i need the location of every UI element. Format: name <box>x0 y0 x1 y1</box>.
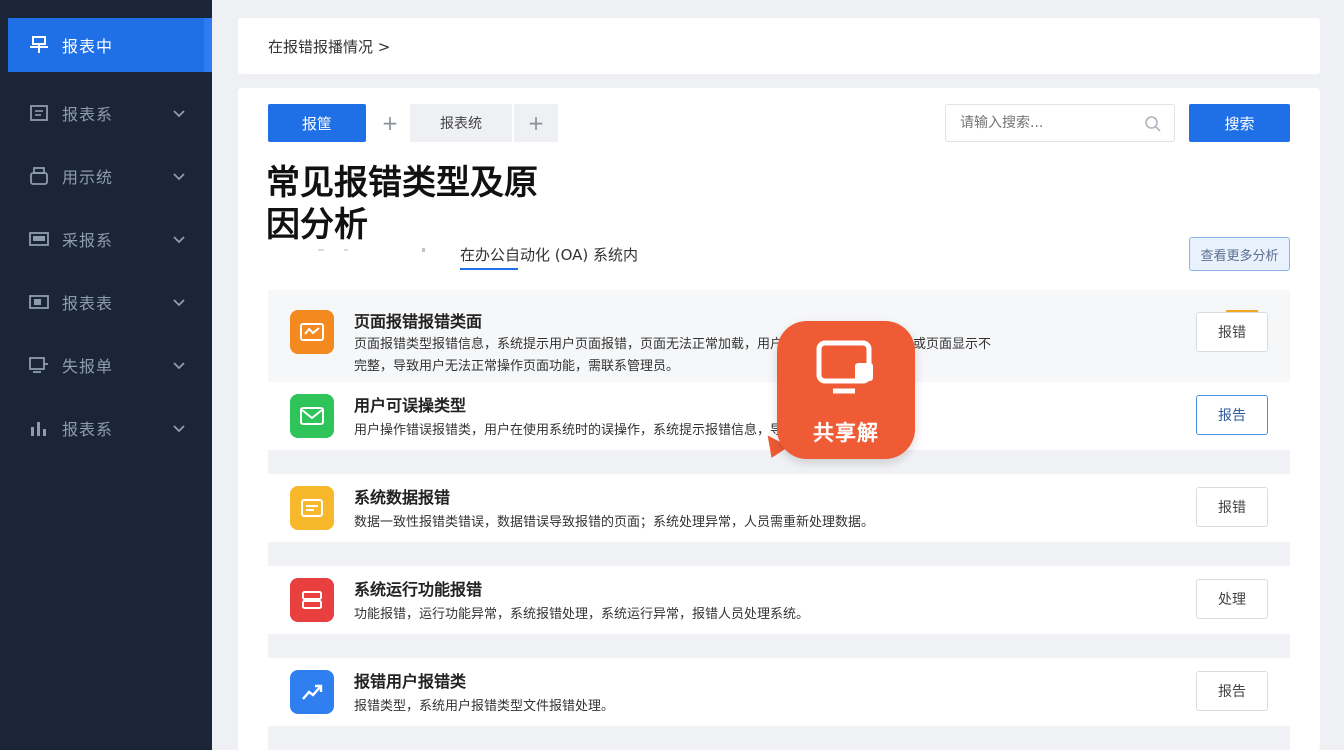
item-desc: 报错类型，系统用户报错类型文件报错处理。 <box>354 699 615 714</box>
sidebar-item-label: 报表系 <box>62 420 114 439</box>
item-title: 系统数据报错 <box>354 488 451 507</box>
trend-icon <box>290 670 334 714</box>
chevron-down-icon <box>173 110 185 118</box>
sidebar-item-dashboard[interactable]: 报表中 <box>8 18 210 72</box>
dashboard-icon <box>28 35 50 55</box>
chevron-down-icon <box>173 173 185 181</box>
keyboard-icon <box>28 229 50 249</box>
breadcrumb: 在报错报播情况 > <box>238 18 1320 74</box>
decorative-marks <box>318 248 425 252</box>
chevron-down-icon <box>173 362 185 370</box>
item-title: 报错用户报错类 <box>354 672 467 691</box>
sidebar-item-chart[interactable]: 报表系 <box>8 401 210 455</box>
item-desc: 数据一致性报错类错误，数据错误导致报错的页面；系统处理异常，人员需重新处理数据。 <box>354 515 875 530</box>
item-action-button[interactable]: 报错 <box>1196 487 1268 527</box>
item-title: 用户可误操类型 <box>354 396 467 415</box>
sidebar-item-label: 失报单 <box>62 357 114 376</box>
subtab-underline <box>460 268 518 270</box>
sidebar: 报表中 报表系 用示统 采报系 报表表 失报单 报表系 <box>0 0 212 750</box>
monitor-icon <box>28 292 50 312</box>
search-button[interactable]: 搜索 <box>1189 104 1290 142</box>
item-desc: 功能报错，运行功能异常，系统报错处理，系统运行异常，报错人员处理系统。 <box>354 607 810 622</box>
sidebar-item-report[interactable]: 报表系 <box>8 86 210 140</box>
share-badge[interactable]: 共享解 <box>777 321 915 459</box>
alert-icon <box>290 310 334 354</box>
list-item: 系统数据报错 数据一致性报错类错误，数据错误导致报错的页面；系统处理异常，人员需… <box>268 474 1290 542</box>
report-icon <box>28 103 50 123</box>
add-tab-icon[interactable]: + <box>368 104 412 142</box>
document-icon <box>290 486 334 530</box>
sidebar-item-label: 报表中 <box>62 37 114 56</box>
chevron-down-icon <box>173 425 185 433</box>
breadcrumb-text[interactable]: 在报错报播情况 > <box>268 36 390 57</box>
search-icon[interactable] <box>1144 115 1162 133</box>
chat-monitor-icon <box>816 340 873 394</box>
sidebar-item-label: 报表表 <box>62 294 114 313</box>
list-item: 报错用户报错类 报错类型，系统用户报错类型文件报错处理。 报告 <box>268 658 1290 726</box>
item-action-button[interactable]: 处理 <box>1196 579 1268 619</box>
server-icon <box>290 578 334 622</box>
device-icon <box>28 355 50 375</box>
search-box <box>945 104 1175 142</box>
more-analysis-button[interactable]: 查看更多分析 <box>1189 237 1290 271</box>
item-action-button[interactable]: 报错 <box>1196 312 1268 352</box>
chevron-down-icon <box>173 299 185 307</box>
badge-label: 共享解 <box>813 421 879 445</box>
sidebar-item-label: 报表系 <box>62 105 114 124</box>
sidebar-item-device[interactable]: 失报单 <box>8 338 210 392</box>
page-title: 常见报错类型及原因分析 <box>266 163 538 245</box>
item-action-button[interactable]: 报告 <box>1196 395 1268 435</box>
sidebar-item-label: 用示统 <box>62 168 114 187</box>
search-input[interactable] <box>960 115 1140 131</box>
printer-icon <box>28 166 50 186</box>
item-title: 页面报错报错类面 <box>354 312 483 331</box>
mail-icon <box>290 394 334 438</box>
item-action-button[interactable]: 报告 <box>1196 671 1268 711</box>
sidebar-item-keyboard[interactable]: 采报系 <box>8 212 210 266</box>
active-indicator <box>204 18 212 72</box>
subtab-oa[interactable]: 在办公自动化 (OA) 系统内 <box>460 244 638 265</box>
item-title: 系统运行功能报错 <box>354 580 483 599</box>
chevron-down-icon <box>173 236 185 244</box>
tab-primary[interactable]: 报筐 <box>268 104 366 142</box>
list-item: 系统运行功能报错 功能报错，运行功能异常，系统报错处理，系统运行异常，报错人员处… <box>268 566 1290 634</box>
sidebar-item-monitor[interactable]: 报表表 <box>8 275 210 329</box>
chart-icon <box>28 418 50 438</box>
add-tab-icon[interactable]: + <box>514 104 558 142</box>
sidebar-item-printer[interactable]: 用示统 <box>8 149 210 203</box>
tab-secondary[interactable]: 报表统 <box>410 104 512 142</box>
sidebar-item-label: 采报系 <box>62 231 114 250</box>
